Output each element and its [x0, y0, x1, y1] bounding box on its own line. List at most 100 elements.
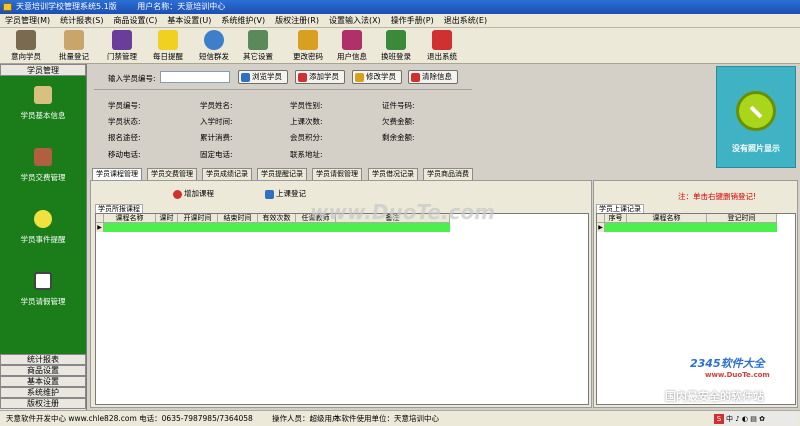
- toolbar: 意向学员 批量登记 门禁管理 每日提醒 短信群发 其它设置 更改密码 用户信息 …: [0, 28, 800, 64]
- shift-login-button[interactable]: 换班登录: [374, 28, 418, 64]
- exit-system-button[interactable]: 退出系统: [420, 28, 464, 64]
- register-icon: [265, 190, 274, 199]
- app-icon: [3, 3, 12, 11]
- tab-records[interactable]: 学员借况记录: [368, 168, 418, 180]
- course-subtab[interactable]: 学员所报课程: [95, 204, 143, 213]
- field-label: 联系地址:: [290, 150, 323, 159]
- attend-register-button[interactable]: 上课登记: [263, 188, 313, 202]
- field-label: 上课次数:: [290, 117, 323, 126]
- column-header[interactable]: 结束时间: [218, 214, 258, 223]
- sidebar-item-payment[interactable]: 学员交费管理: [0, 148, 86, 183]
- add-course-button[interactable]: 增加课程: [171, 188, 221, 202]
- column-header[interactable]: 登记时间: [707, 214, 777, 223]
- table-row[interactable]: [104, 223, 450, 232]
- pencil-icon: [64, 30, 84, 50]
- photo-caption: 没有照片显示: [732, 144, 780, 153]
- menu-manual[interactable]: 操作手册(P): [386, 14, 439, 28]
- sidebar-report[interactable]: 统计报表: [0, 354, 86, 365]
- calendar-icon: [34, 272, 52, 290]
- sidebar-nav: 学员基本信息 学员交费管理 学员事件提醒 学员请假管理: [0, 76, 86, 354]
- column-header[interactable]: 课程名称: [104, 214, 156, 223]
- attendance-subtab[interactable]: 学员上课记录: [596, 204, 644, 213]
- tab-grades[interactable]: 学员成绩记录: [202, 168, 252, 180]
- bulb-icon: [158, 30, 178, 50]
- column-header[interactable]: 课时: [156, 214, 178, 223]
- menu-goods[interactable]: 商品设置(C): [108, 14, 162, 28]
- row-marker-icon: ▶: [96, 223, 104, 232]
- sidebar-item-reminder[interactable]: 学员事件提醒: [0, 210, 86, 245]
- window-title: 天意培训学校管理系统5.1版: [16, 2, 117, 11]
- field-label: 欠费金额:: [382, 117, 415, 126]
- column-header[interactable]: 开课时间: [178, 214, 218, 223]
- menu-basic[interactable]: 基本设置(U): [162, 14, 216, 28]
- column-header[interactable]: 序号: [605, 214, 627, 223]
- menu-system[interactable]: 系统维护(V): [216, 14, 270, 28]
- menu-exit[interactable]: 退出系统(E): [439, 14, 492, 28]
- search-label: 输入学员编号:: [108, 74, 156, 83]
- shield-icon: [112, 30, 132, 50]
- tab-leave[interactable]: 学员请假管理: [312, 168, 362, 180]
- tab-course[interactable]: 学员课程管理: [92, 168, 142, 180]
- sidebar-item-leave[interactable]: 学员请假管理: [0, 272, 86, 307]
- field-label: 学员姓名:: [200, 101, 233, 110]
- sms-broadcast-button[interactable]: 短信群发: [192, 28, 236, 64]
- exit-icon: [432, 30, 452, 50]
- access-control-button[interactable]: 门禁管理: [100, 28, 144, 64]
- field-label: 入学时间:: [200, 117, 233, 126]
- field-label: 会员积分:: [290, 133, 323, 142]
- edit-student-button[interactable]: 修改学员: [352, 70, 402, 84]
- tab-reminders[interactable]: 学员提醒记录: [257, 168, 307, 180]
- browse-student-button[interactable]: 浏览学员: [238, 70, 288, 84]
- menu-register[interactable]: 版权注册(R): [270, 14, 324, 28]
- ime-tray[interactable]: S中 ♪ ◐ ▤ ✿: [712, 413, 798, 425]
- field-label: 移动电话:: [108, 150, 141, 159]
- browse-icon: [241, 73, 250, 82]
- table-header-corner: [96, 214, 104, 223]
- menu-ime[interactable]: 设置输入法(X): [324, 14, 386, 28]
- footer-watermark: 国内最安全的软件站: [665, 390, 764, 403]
- student-number-input[interactable]: [160, 71, 230, 83]
- column-header[interactable]: 有效次数: [258, 214, 296, 223]
- gift-icon: [34, 86, 52, 104]
- add-icon: [298, 73, 307, 82]
- globe-icon: [204, 30, 224, 50]
- sogou-icon[interactable]: S: [714, 414, 724, 424]
- sidebar-system[interactable]: 系统维护: [0, 387, 86, 398]
- daily-reminder-button[interactable]: 每日提醒: [146, 28, 190, 64]
- field-label: 学员性别:: [290, 101, 323, 110]
- logo-watermark: 2345软件大全: [690, 357, 765, 370]
- left-panel: 学员管理 学员基本信息 学员交费管理 学员事件提醒 学员请假管理 统计报表 商品…: [0, 64, 87, 410]
- clear-info-button[interactable]: 清除信息: [408, 70, 458, 84]
- add-student-button[interactable]: 添加学员: [295, 70, 345, 84]
- sidebar-register[interactable]: 版权注册: [0, 398, 86, 409]
- tab-goods[interactable]: 学员商品消费: [423, 168, 473, 180]
- settings-icon: [248, 30, 268, 50]
- sidebar-goods[interactable]: 商品设置: [0, 365, 86, 376]
- batch-register-button[interactable]: 批量登记: [52, 28, 96, 64]
- sidebar-header[interactable]: 学员管理: [0, 64, 86, 76]
- sidebar-basic[interactable]: 基本设置: [0, 376, 86, 387]
- student-info-area: 输入学员编号: 浏览学员 添加学员 修改学员 清除信息 学员编号: 学员姓名: …: [90, 66, 716, 166]
- field-label: 累计消费:: [200, 133, 233, 142]
- attendance-note: 注：单击右键删销登记!: [678, 192, 757, 201]
- menu-report[interactable]: 统计报表(S): [55, 14, 108, 28]
- tray-icons[interactable]: 中 ♪ ◐ ▤ ✿: [726, 415, 765, 423]
- divider: [94, 89, 472, 90]
- tab-payment[interactable]: 学员交费管理: [147, 168, 197, 180]
- intent-student-button[interactable]: 意向学员: [4, 28, 48, 64]
- table-row[interactable]: [605, 223, 777, 232]
- edit-icon: [355, 73, 364, 82]
- other-settings-button[interactable]: 其它设置: [236, 28, 280, 64]
- logo-url-watermark: www.DuoTe.com: [705, 371, 770, 379]
- add-icon: [173, 190, 182, 199]
- no-photo-icon: [736, 91, 776, 131]
- column-header[interactable]: 课程名称: [627, 214, 707, 223]
- close-icon: [411, 73, 420, 82]
- key-icon: [298, 30, 318, 50]
- change-password-button[interactable]: 更改密码: [286, 28, 330, 64]
- table-header-corner: [597, 214, 605, 223]
- menu-student[interactable]: 学员管理(M): [0, 14, 55, 28]
- user-info-button[interactable]: 用户信息: [330, 28, 374, 64]
- handshake-icon: [386, 30, 406, 50]
- sidebar-item-student-info[interactable]: 学员基本信息: [0, 86, 86, 121]
